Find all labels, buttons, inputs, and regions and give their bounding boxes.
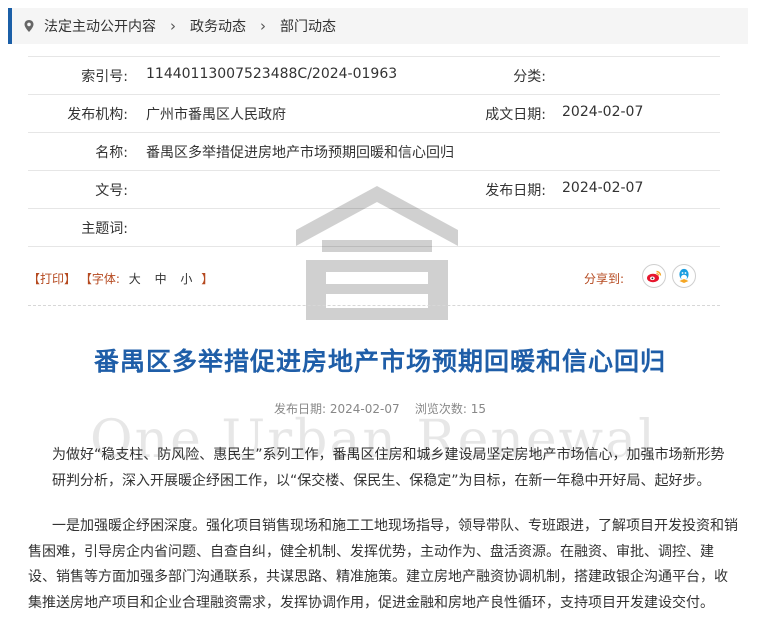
- document-meta-table: 索引号: 11440113007523488C/2024-01963 分类: 发…: [28, 56, 720, 247]
- meta-row: 索引号: 11440113007523488C/2024-01963 分类:: [28, 57, 720, 95]
- breadcrumb-item-department-news[interactable]: 部门动态: [280, 16, 336, 36]
- weibo-share-button[interactable]: [642, 264, 666, 288]
- font-medium-link[interactable]: 中: [155, 272, 167, 286]
- published-date-value: 2024-02-07: [562, 180, 644, 196]
- category-label: 分类:: [513, 69, 546, 85]
- qq-icon: [679, 268, 689, 283]
- views-count: 15: [470, 402, 487, 416]
- created-date-value: 2024-02-07: [562, 104, 644, 120]
- print-link[interactable]: 【打印】: [28, 272, 76, 286]
- font-large-link[interactable]: 大: [129, 272, 141, 286]
- article-paragraph: 为做好“稳支柱、防风险、惠民生”系列工作，番禺区住房和城乡建设局坚定房地产市场信…: [52, 447, 725, 489]
- chevron-right-icon: ›: [170, 17, 176, 35]
- published-date-label: 发布日期:: [485, 183, 546, 199]
- dashed-divider: [28, 305, 720, 306]
- views-label: 浏览次数:: [414, 402, 467, 416]
- weibo-icon: [647, 270, 662, 283]
- article-paragraph: 一是加强暖企纾困深度。强化项目销售现场和施工工地现场指导，领导带队、专班跟进，了…: [28, 514, 738, 616]
- font-size-prefix: 【字体:: [79, 272, 120, 286]
- chevron-right-icon: ›: [260, 17, 266, 35]
- meta-row: 主题词:: [28, 209, 720, 247]
- publish-date-label: 发布日期:: [273, 402, 327, 416]
- subject-label: 主题词:: [81, 221, 128, 237]
- location-icon: [24, 20, 34, 32]
- article-paragraph-text: 一是加强暖企纾困深度。强化项目销售现场和施工工地现场指导，领导带队、专班跟进，了…: [28, 518, 738, 611]
- article-publish-info: 发布日期: 2024-02-07 浏览次数: 15: [0, 400, 760, 417]
- share-label: 分享到:: [584, 272, 625, 286]
- article-tools: 【打印】 【字体: 大 中 小 】: [28, 270, 213, 287]
- publish-date-value: 2024-02-07: [329, 402, 400, 416]
- issuer-value: 广州市番禺区人民政府: [146, 107, 286, 123]
- index-value: 11440113007523488C/2024-01963: [146, 66, 398, 82]
- font-size-suffix: 】: [201, 272, 214, 286]
- name-value: 番禺区多举措促进房地产市场预期回暖和信心回归: [146, 145, 454, 161]
- meta-row: 名称: 番禺区多举措促进房地产市场预期回暖和信心回归: [28, 133, 720, 171]
- breadcrumb-item-government-news[interactable]: 政务动态: [190, 16, 246, 36]
- doc-number-label: 文号:: [95, 183, 128, 199]
- issuer-label: 发布机构:: [67, 107, 128, 123]
- name-label: 名称:: [95, 145, 128, 161]
- breadcrumb-item-public-content[interactable]: 法定主动公开内容: [44, 16, 156, 36]
- created-date-label: 成文日期:: [485, 107, 546, 123]
- meta-row: 发布机构: 广州市番禺区人民政府 成文日期: 2024-02-07: [28, 95, 720, 133]
- breadcrumb: 法定主动公开内容 › 政务动态 › 部门动态: [8, 8, 748, 44]
- index-label: 索引号:: [81, 69, 128, 85]
- qq-share-button[interactable]: [672, 264, 696, 288]
- font-small-link[interactable]: 小: [180, 272, 192, 286]
- meta-row: 文号: 发布日期: 2024-02-07: [28, 171, 720, 209]
- article-title: 番禺区多举措促进房地产市场预期回暖和信心回归: [93, 347, 666, 376]
